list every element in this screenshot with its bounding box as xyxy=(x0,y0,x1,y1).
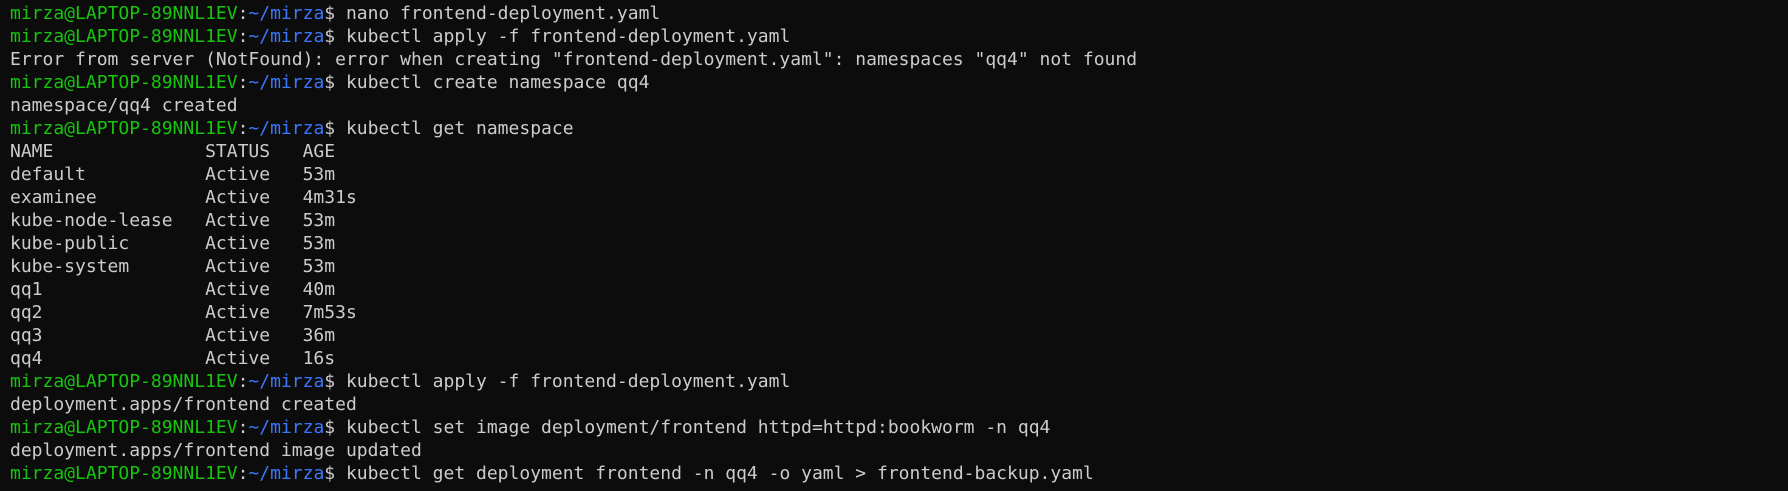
prompt-symbol: $ xyxy=(324,118,346,139)
prompt-separator: : xyxy=(237,72,249,93)
output-text: qq3 Active 36m xyxy=(10,325,336,346)
prompt-path: ~/mirza xyxy=(248,463,325,484)
prompt-path: ~/mirza xyxy=(248,371,325,392)
prompt-symbol: $ xyxy=(324,463,346,484)
command-text: kubectl apply -f frontend-deployment.yam… xyxy=(345,26,791,47)
output-line: qq2 Active 7m53s xyxy=(10,301,1788,324)
output-line: deployment.apps/frontend image updated xyxy=(10,439,1788,462)
prompt-user-host: mirza@LAPTOP-89NNL1EV xyxy=(10,371,238,392)
prompt-path: ~/mirza xyxy=(248,3,325,24)
output-text: deployment.apps/frontend created xyxy=(10,394,357,415)
prompt-separator: : xyxy=(237,463,249,484)
command-text: kubectl get namespace xyxy=(345,118,574,139)
command-line: mirza@LAPTOP-89NNL1EV:~/mirza$ kubectl g… xyxy=(10,117,1788,140)
prompt-separator: : xyxy=(237,417,249,438)
command-text: kubectl apply -f frontend-deployment.yam… xyxy=(345,371,791,392)
prompt-symbol: $ xyxy=(324,417,346,438)
output-line: kube-system Active 53m xyxy=(10,255,1788,278)
prompt-user-host: mirza@LAPTOP-89NNL1EV xyxy=(10,417,238,438)
prompt-user-host: mirza@LAPTOP-89NNL1EV xyxy=(10,3,238,24)
output-text: examinee Active 4m31s xyxy=(10,187,357,208)
command-line: mirza@LAPTOP-89NNL1EV:~/mirza$ kubectl c… xyxy=(10,71,1788,94)
prompt-user-host: mirza@LAPTOP-89NNL1EV xyxy=(10,118,238,139)
output-text: NAME STATUS AGE xyxy=(10,141,336,162)
command-text: kubectl create namespace qq4 xyxy=(345,72,650,93)
prompt-symbol: $ xyxy=(324,72,346,93)
output-text: Error from server (NotFound): error when… xyxy=(10,49,1138,70)
output-text: kube-system Active 53m xyxy=(10,256,336,277)
output-text: kube-public Active 53m xyxy=(10,233,336,254)
output-line: deployment.apps/frontend created xyxy=(10,393,1788,416)
prompt-symbol: $ xyxy=(324,3,346,24)
output-text: qq2 Active 7m53s xyxy=(10,302,357,323)
output-line: Error from server (NotFound): error when… xyxy=(10,48,1788,71)
prompt-symbol: $ xyxy=(324,371,346,392)
prompt-user-host: mirza@LAPTOP-89NNL1EV xyxy=(10,72,238,93)
prompt-separator: : xyxy=(237,26,249,47)
output-line: kube-node-lease Active 53m xyxy=(10,209,1788,232)
output-text: qq4 Active 16s xyxy=(10,348,336,369)
output-text: kube-node-lease Active 53m xyxy=(10,210,336,231)
output-text: namespace/qq4 created xyxy=(10,95,238,116)
command-line: mirza@LAPTOP-89NNL1EV:~/mirza$ kubectl a… xyxy=(10,370,1788,393)
output-text: default Active 53m xyxy=(10,164,336,185)
terminal-window[interactable]: mirza@LAPTOP-89NNL1EV:~/mirza$ nano fron… xyxy=(0,0,1788,491)
command-line: mirza@LAPTOP-89NNL1EV:~/mirza$ kubectl s… xyxy=(10,416,1788,439)
output-text: qq1 Active 40m xyxy=(10,279,336,300)
prompt-separator: : xyxy=(237,3,249,24)
command-line: mirza@LAPTOP-89NNL1EV:~/mirza$ kubectl g… xyxy=(10,462,1788,485)
output-line: qq1 Active 40m xyxy=(10,278,1788,301)
output-line: examinee Active 4m31s xyxy=(10,186,1788,209)
prompt-separator: : xyxy=(237,371,249,392)
command-line: mirza@LAPTOP-89NNL1EV:~/mirza$ nano fron… xyxy=(10,2,1788,25)
command-text: kubectl set image deployment/frontend ht… xyxy=(345,417,1051,438)
output-text: deployment.apps/frontend image updated xyxy=(10,440,422,461)
prompt-path: ~/mirza xyxy=(248,26,325,47)
output-line: default Active 53m xyxy=(10,163,1788,186)
prompt-path: ~/mirza xyxy=(248,72,325,93)
command-line: mirza@LAPTOP-89NNL1EV:~/mirza$ kubectl a… xyxy=(10,25,1788,48)
prompt-path: ~/mirza xyxy=(248,417,325,438)
prompt-user-host: mirza@LAPTOP-89NNL1EV xyxy=(10,463,238,484)
command-text: nano frontend-deployment.yaml xyxy=(345,3,661,24)
output-line: qq3 Active 36m xyxy=(10,324,1788,347)
prompt-path: ~/mirza xyxy=(248,118,325,139)
output-line: namespace/qq4 created xyxy=(10,94,1788,117)
output-line: qq4 Active 16s xyxy=(10,347,1788,370)
command-text: kubectl get deployment frontend -n qq4 -… xyxy=(345,463,1094,484)
prompt-symbol: $ xyxy=(324,26,346,47)
prompt-user-host: mirza@LAPTOP-89NNL1EV xyxy=(10,26,238,47)
output-line: kube-public Active 53m xyxy=(10,232,1788,255)
output-line: NAME STATUS AGE xyxy=(10,140,1788,163)
prompt-separator: : xyxy=(237,118,249,139)
